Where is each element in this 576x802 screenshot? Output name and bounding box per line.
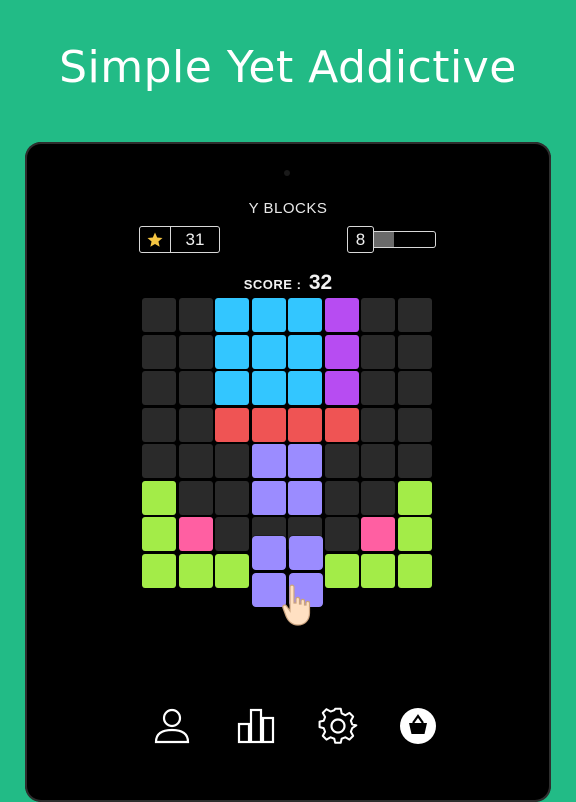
level-progress-bar	[374, 231, 436, 248]
empty-cell[interactable]	[397, 371, 432, 405]
score-value: 32	[308, 271, 333, 294]
block-cell-lavender[interactable]	[251, 444, 286, 478]
score-display: SCORE : 32	[0, 271, 576, 295]
block-cell-cyan[interactable]	[215, 298, 249, 332]
empty-cell[interactable]	[215, 480, 249, 515]
block-cell-lime[interactable]	[178, 553, 213, 588]
block-cell-lime[interactable]	[324, 553, 359, 588]
empty-cell[interactable]	[178, 407, 213, 442]
empty-cell[interactable]	[178, 371, 213, 405]
block-cell-lavender[interactable]	[288, 480, 322, 515]
gear-icon	[318, 706, 358, 751]
level-number: 8	[347, 226, 374, 253]
game-title: Y BLOCKS	[248, 200, 328, 217]
nav-settings-button[interactable]	[316, 706, 360, 750]
empty-cell[interactable]	[324, 480, 359, 515]
empty-cell[interactable]	[215, 517, 249, 551]
block-cell-lime[interactable]	[215, 553, 249, 588]
empty-cell[interactable]	[324, 517, 359, 551]
block-cell-lavender[interactable]	[288, 444, 322, 478]
empty-cell[interactable]	[361, 371, 395, 405]
empty-cell[interactable]	[142, 334, 176, 369]
block-cell-cyan[interactable]	[215, 334, 249, 369]
stars-count: 31	[185, 229, 205, 249]
person-icon	[152, 706, 192, 751]
bar-chart-icon	[236, 706, 276, 751]
block-cell-lavender[interactable]	[251, 480, 286, 515]
block-cell-lime[interactable]	[397, 480, 432, 515]
level-indicator: 8	[347, 226, 436, 253]
block-cell-purple[interactable]	[324, 334, 359, 369]
empty-cell[interactable]	[178, 444, 213, 478]
block-cell-lime[interactable]	[397, 517, 432, 551]
block-cell-cyan[interactable]	[251, 334, 286, 369]
nav-profile-button[interactable]	[150, 706, 194, 750]
empty-cell[interactable]	[324, 444, 359, 478]
empty-cell[interactable]	[142, 407, 176, 442]
block-cell-cyan[interactable]	[288, 298, 322, 332]
pointing-hand-icon	[280, 583, 320, 627]
empty-cell[interactable]	[397, 444, 432, 478]
empty-cell[interactable]	[178, 334, 213, 369]
empty-cell[interactable]	[397, 407, 432, 442]
block-cell-cyan[interactable]	[251, 371, 286, 405]
empty-cell[interactable]	[142, 371, 176, 405]
empty-cell[interactable]	[178, 480, 213, 515]
nav-shop-button[interactable]	[396, 706, 440, 750]
block-cell-red[interactable]	[288, 407, 322, 442]
block-cell-cyan[interactable]	[215, 371, 249, 405]
level-progress-fill	[374, 232, 394, 247]
block-cell-lime[interactable]	[142, 480, 176, 515]
basket-icon	[398, 706, 438, 751]
empty-cell[interactable]	[361, 444, 395, 478]
stars-counter: 31	[139, 226, 220, 253]
block-cell-red[interactable]	[251, 407, 286, 442]
dragged-block[interactable]	[289, 536, 323, 570]
block-cell-pink[interactable]	[178, 517, 213, 551]
block-cell-lime[interactable]	[361, 553, 395, 588]
empty-cell[interactable]	[215, 444, 249, 478]
block-cell-red[interactable]	[324, 407, 359, 442]
block-cell-cyan[interactable]	[288, 334, 322, 369]
block-cell-pink[interactable]	[361, 517, 395, 551]
empty-cell[interactable]	[397, 334, 432, 369]
promo-headline: Simple Yet Addictive	[59, 42, 517, 93]
empty-cell[interactable]	[142, 298, 176, 332]
empty-cell[interactable]	[361, 407, 395, 442]
nav-leaderboard-button[interactable]	[234, 706, 278, 750]
star-icon	[140, 227, 171, 252]
game-board[interactable]	[142, 298, 432, 588]
empty-cell[interactable]	[361, 480, 395, 515]
score-label: SCORE :	[243, 277, 302, 292]
empty-cell[interactable]	[361, 334, 395, 369]
block-cell-cyan[interactable]	[251, 298, 286, 332]
empty-cell[interactable]	[397, 298, 432, 332]
block-cell-purple[interactable]	[324, 298, 359, 332]
block-cell-red[interactable]	[215, 407, 249, 442]
block-cell-lime[interactable]	[142, 553, 176, 588]
empty-cell[interactable]	[361, 298, 395, 332]
dragged-block[interactable]	[252, 536, 286, 570]
camera-dot	[284, 170, 290, 176]
empty-cell[interactable]	[142, 444, 176, 478]
block-cell-cyan[interactable]	[288, 371, 322, 405]
block-cell-lime[interactable]	[397, 553, 432, 588]
block-cell-purple[interactable]	[324, 371, 359, 405]
empty-cell[interactable]	[178, 298, 213, 332]
bottom-nav	[150, 706, 440, 750]
block-cell-lime[interactable]	[142, 517, 176, 551]
